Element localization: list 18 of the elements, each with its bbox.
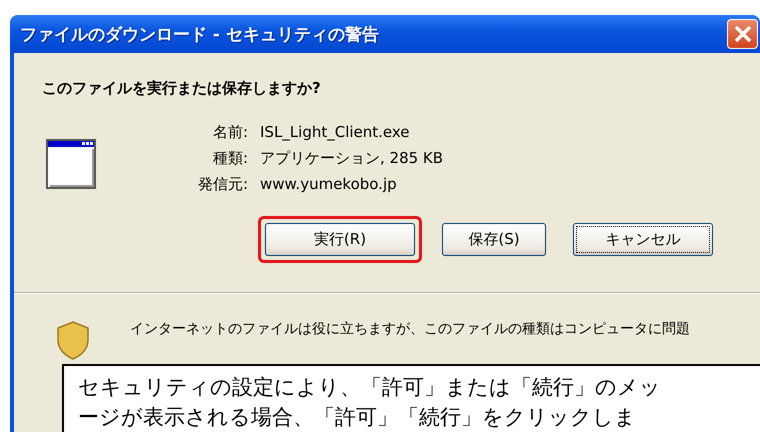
field-value: アプリケーション, 285 KB — [260, 149, 444, 168]
application-window-icon — [46, 139, 96, 189]
callout-text: セキュリティの設定により、「許可」または「続行」のメッ — [78, 374, 662, 401]
field-label: 名前: — [212, 123, 248, 142]
dialog-button[interactable]: 保存(S) — [442, 223, 546, 256]
field-value: www.yumekobo.jp — [260, 175, 398, 194]
field-label: 発信元: — [196, 175, 248, 194]
field-value: ISL_Light_Client.exe — [260, 123, 411, 142]
shield-icon — [56, 320, 90, 360]
dialog-button[interactable]: キャンセル — [573, 223, 713, 256]
close-button[interactable] — [727, 19, 758, 49]
window-title: ファイルのダウンロード - セキュリティの警告 — [20, 24, 379, 46]
callout-text: ージが表示される場合、「許可」「続行」をクリックしま — [78, 404, 637, 431]
warning-text: インターネットのファイルは役に立ちますが、このファイルの種類はコンピュータに問題 — [130, 320, 690, 338]
close-icon — [732, 24, 752, 44]
dialog-question: このファイルを実行または保存しますか? — [42, 79, 322, 98]
field-label: 種類: — [212, 149, 248, 168]
dialog-button[interactable]: 実行(R) — [265, 223, 415, 256]
